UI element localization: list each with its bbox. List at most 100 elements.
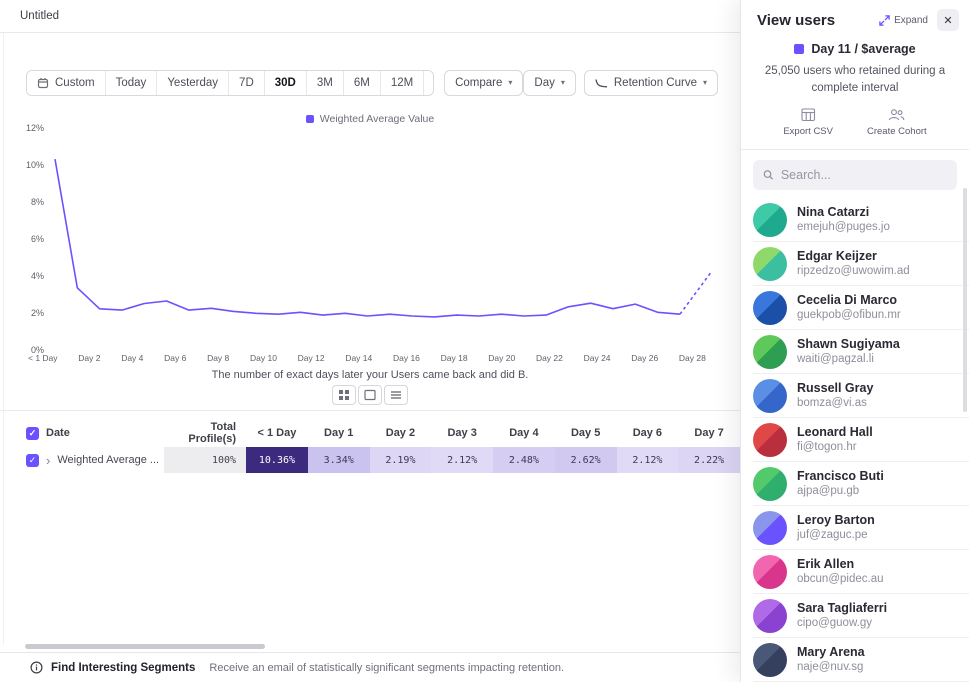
user-name: Leroy Barton xyxy=(797,513,875,529)
header-date: ✓ Date xyxy=(26,427,164,440)
toggle-chart-view[interactable] xyxy=(358,385,382,405)
x-tick-label: Day 8 xyxy=(207,353,229,363)
user-row[interactable]: Sara Tagliaferri cipo@guow.gy xyxy=(753,594,969,638)
search-icon xyxy=(763,169,774,181)
close-icon: ✕ xyxy=(943,14,952,27)
range-6m[interactable]: 6M xyxy=(343,71,380,95)
table-view-icon xyxy=(390,389,402,401)
user-name: Shawn Sugiyama xyxy=(797,337,900,353)
range-3m[interactable]: 3M xyxy=(306,71,343,95)
retention-cell[interactable]: 2.22% xyxy=(678,447,740,473)
user-name: Leonard Hall xyxy=(797,425,873,441)
user-avatar xyxy=(753,511,787,545)
user-email: ajpa@pu.gb xyxy=(797,484,884,498)
chart-view-icon xyxy=(364,389,376,401)
panel-scrollbar[interactable] xyxy=(963,188,967,412)
user-email: fi@togon.hr xyxy=(797,440,873,454)
compare-button[interactable]: Compare ▾ xyxy=(444,70,523,96)
user-row[interactable]: Francisco Buti ajpa@pu.gb xyxy=(753,462,969,506)
x-tick-label: Day 20 xyxy=(488,353,515,363)
create-cohort-button[interactable]: Create Cohort xyxy=(867,108,927,137)
user-row[interactable]: Mary Arena naje@nuv.sg xyxy=(753,638,969,682)
user-name: Sara Tagliaferri xyxy=(797,601,887,617)
user-email: obcun@pidec.au xyxy=(797,572,884,586)
y-tick-label: 10% xyxy=(26,160,44,170)
y-tick-label: 8% xyxy=(31,197,44,207)
range-12m[interactable]: 12M xyxy=(380,71,423,95)
header-day-6: Day 6 xyxy=(617,427,679,439)
retention-cell[interactable]: 2.48% xyxy=(493,447,555,473)
retention-cell[interactable]: 3.34% xyxy=(308,447,370,473)
calendar-icon xyxy=(37,77,49,89)
user-email: naje@nuv.sg xyxy=(797,660,865,674)
user-row[interactable]: Nina Catarzi emejuh@puges.jo xyxy=(753,198,969,242)
row-expand-chevron-icon[interactable]: › xyxy=(46,454,50,467)
toggle-grid-view[interactable] xyxy=(332,385,356,405)
header-day-7: Day 7 xyxy=(678,427,740,439)
expand-button[interactable]: Expand xyxy=(879,15,928,26)
header-day-3: Day 3 xyxy=(431,427,493,439)
view-type-dropdown[interactable]: Retention Curve ▾ xyxy=(584,70,718,96)
header-day-4: Day 4 xyxy=(493,427,555,439)
legend-swatch xyxy=(794,44,804,54)
range-yesterday[interactable]: Yesterday xyxy=(156,71,228,95)
toggle-table-view[interactable] xyxy=(384,385,408,405)
y-tick-label: 4% xyxy=(31,271,44,281)
user-email: waiti@pagzal.li xyxy=(797,352,900,366)
user-avatar xyxy=(753,555,787,589)
retention-cell[interactable]: 2.12% xyxy=(431,447,493,473)
granularity-dropdown[interactable]: Day ▾ xyxy=(523,70,575,96)
user-row[interactable]: Cecelia Di Marco guekpob@ofibun.mr xyxy=(753,286,969,330)
user-row[interactable]: Russell Gray bomza@vi.as xyxy=(753,374,969,418)
x-tick-label: Day 6 xyxy=(164,353,186,363)
header-day-5: Day 5 xyxy=(555,427,617,439)
user-row[interactable]: Leroy Barton juf@zaguc.pe xyxy=(753,506,969,550)
range-custom[interactable]: Custom xyxy=(27,71,105,95)
retention-cell[interactable]: 2.12% xyxy=(617,447,679,473)
x-tick-label: < 1 Day xyxy=(28,353,58,363)
table-row[interactable]: ✓ › Weighted Average ... 100% 10.36% 3.3… xyxy=(26,447,740,473)
x-tick-label: Day 2 xyxy=(78,353,100,363)
panel-actions: Export CSV Create Cohort xyxy=(741,108,969,150)
report-title[interactable]: Untitled xyxy=(20,10,59,22)
header-day-2: Day 2 xyxy=(370,427,432,439)
x-tick-label: Day 10 xyxy=(250,353,277,363)
table-header-row: ✓ Date Total Profile(s) < 1 Day Day 1 Da… xyxy=(26,419,740,447)
range-today[interactable]: Today xyxy=(105,71,157,95)
header-lt-1-day: < 1 Day xyxy=(246,427,308,439)
header-total-profiles: Total Profile(s) xyxy=(164,421,246,445)
retention-cell[interactable]: 2.62% xyxy=(555,447,617,473)
export-csv-button[interactable]: Export CSV xyxy=(783,108,833,137)
search-input[interactable] xyxy=(781,168,947,182)
user-avatar xyxy=(753,643,787,677)
x-tick-label: Day 12 xyxy=(298,353,325,363)
user-row[interactable]: Erik Allen obcun@pidec.au xyxy=(753,550,969,594)
chart-view-toggles xyxy=(0,385,740,405)
range-7d[interactable]: 7D xyxy=(228,71,264,95)
retention-line xyxy=(55,159,680,317)
row-checkbox[interactable]: ✓ xyxy=(26,454,39,467)
chart-caption: The number of exact days later your User… xyxy=(0,369,740,381)
date-range-group: Custom Today Yesterday 7D 30D 3M 6M 12M … xyxy=(26,70,434,96)
user-row[interactable]: Leonard Hall fi@togon.hr xyxy=(753,418,969,462)
retention-cell[interactable]: 10.36% xyxy=(246,447,308,473)
retention-cell[interactable]: 2.19% xyxy=(370,447,432,473)
retention-curve-icon xyxy=(595,78,608,89)
user-row[interactable]: Shawn Sugiyama waiti@pagzal.li xyxy=(753,330,969,374)
select-all-checkbox[interactable]: ✓ xyxy=(26,427,39,440)
user-avatar xyxy=(753,379,787,413)
panel-header: View users Expand ✕ xyxy=(741,0,969,35)
y-tick-label: 2% xyxy=(31,308,44,318)
range-xtd[interactable]: XTD ▾ xyxy=(423,71,434,95)
x-tick-label: Day 24 xyxy=(584,353,611,363)
range-30d[interactable]: 30D xyxy=(264,71,306,95)
footer-title[interactable]: Find Interesting Segments xyxy=(51,662,195,674)
user-avatar xyxy=(753,423,787,457)
close-button[interactable]: ✕ xyxy=(937,9,959,31)
user-row[interactable]: Edgar Keijzer ripzedzo@uwowim.ad xyxy=(753,242,969,286)
row-label: Weighted Average ... xyxy=(57,454,159,466)
user-email: guekpob@ofibun.mr xyxy=(797,308,901,322)
info-icon xyxy=(30,661,43,674)
user-avatar xyxy=(753,247,787,281)
horizontal-scrollbar[interactable] xyxy=(25,644,265,649)
